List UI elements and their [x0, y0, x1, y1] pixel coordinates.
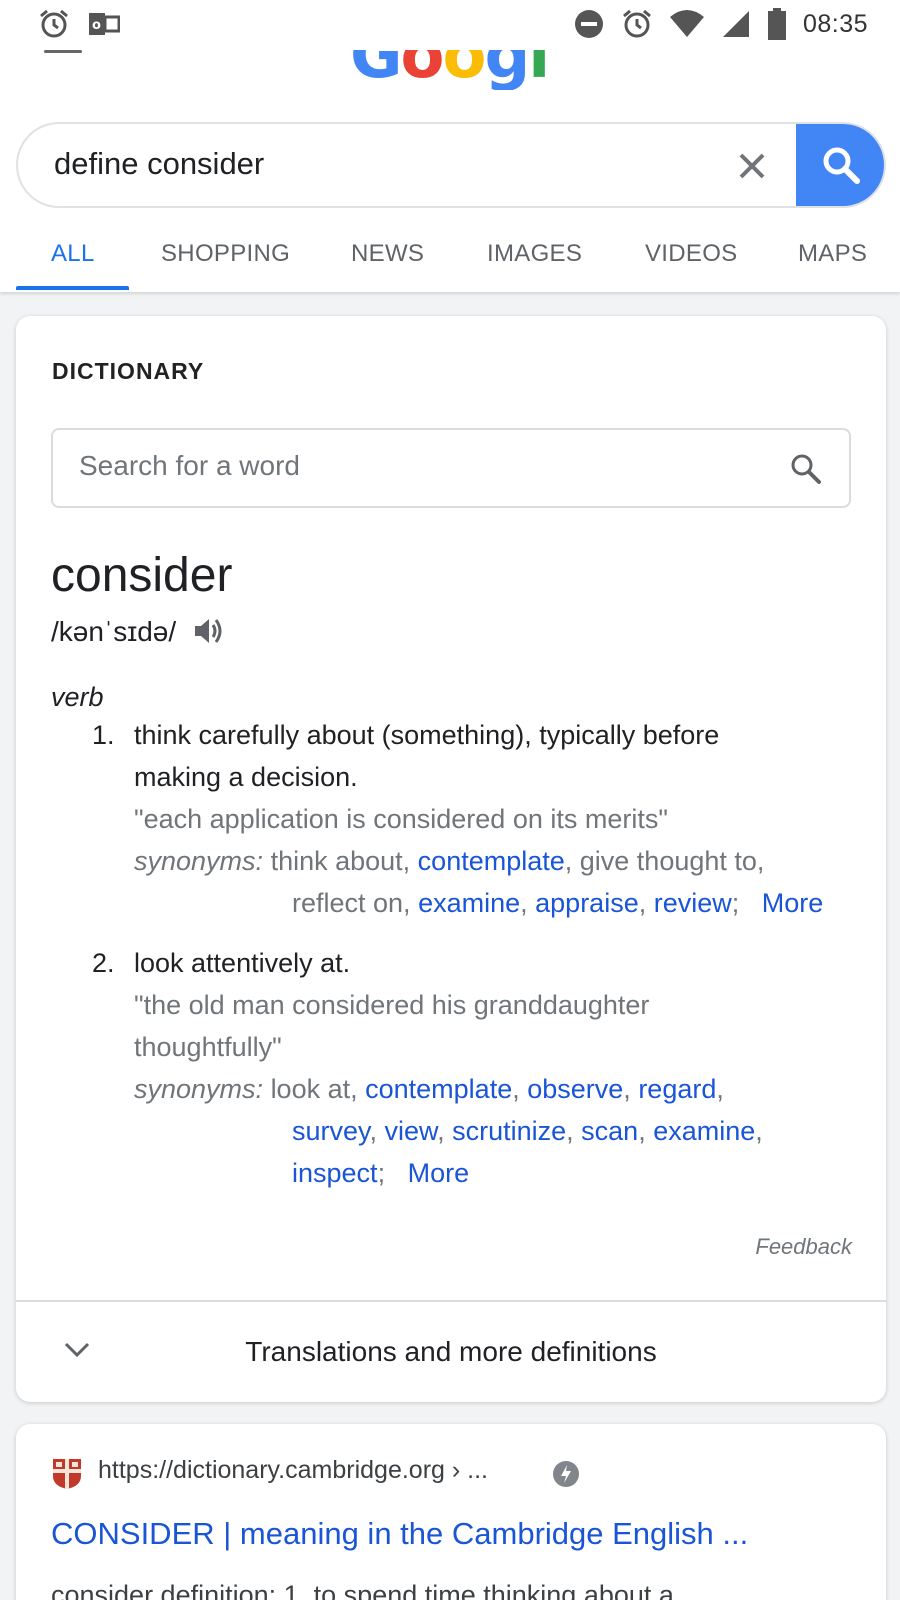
clear-icon[interactable] — [734, 148, 770, 184]
definition-example: thoughtfully" — [134, 1032, 282, 1062]
more-definitions-button[interactable]: Translations and more definitions — [16, 1302, 886, 1402]
synonym-link[interactable]: examine — [418, 888, 520, 918]
part-of-speech: verb — [51, 682, 104, 712]
synonym-link[interactable]: examine — [653, 1116, 755, 1146]
wifi-icon — [669, 10, 704, 37]
word-search-placeholder: Search for a word — [79, 450, 300, 481]
alarm-icon — [40, 9, 68, 38]
definition-number: 1. — [92, 720, 115, 750]
search-result-card: https://dictionary.cambridge.org › ... C… — [16, 1424, 886, 1600]
search-bar[interactable]: define consider — [16, 122, 886, 208]
dictionary-card: DICTIONARY Search for a word consider /k… — [16, 316, 886, 1402]
tab-videos[interactable]: VIDEOS — [645, 240, 738, 268]
synonym-link[interactable]: observe — [527, 1074, 623, 1104]
alarm-icon — [622, 9, 651, 38]
search-tabs: ALL SHOPPING NEWS IMAGES VIDEOS MAPS — [0, 232, 900, 292]
synonyms-label: synonyms: — [134, 846, 264, 876]
synonym: reflect on, — [292, 888, 419, 918]
more-synonyms-link[interactable]: More — [408, 1158, 470, 1188]
more-synonyms-link[interactable]: More — [762, 888, 824, 918]
search-query[interactable]: define consider — [54, 146, 264, 182]
headword: consider — [51, 549, 233, 602]
search-icon[interactable] — [789, 452, 823, 486]
clock: 08:35 — [802, 9, 868, 38]
synonyms-row: reflect on, examine, appraise, review; M… — [292, 888, 824, 918]
battery-icon — [767, 8, 786, 40]
speaker-icon[interactable] — [192, 614, 226, 648]
synonym: think about, — [270, 846, 418, 876]
synonyms-row: inspect; More — [292, 1158, 470, 1188]
cambridge-favicon — [53, 1459, 81, 1489]
synonym-link[interactable]: review — [654, 888, 732, 918]
search-button[interactable] — [796, 124, 884, 206]
tab-images[interactable]: IMAGES — [487, 240, 582, 268]
dictionary-heading: DICTIONARY — [52, 358, 205, 384]
status-bar: o 08:35 — [0, 0, 900, 50]
synonym-link[interactable]: scan — [581, 1116, 638, 1146]
more-definitions-label: Translations and more definitions — [245, 1336, 657, 1367]
phonetic: /kənˈsɪdə/ — [51, 616, 177, 647]
definition-text: making a decision. — [134, 762, 358, 792]
tab-all[interactable]: ALL — [51, 240, 95, 268]
signal-icon — [722, 11, 749, 37]
result-title-link[interactable]: CONSIDER | meaning in the Cambridge Engl… — [51, 1516, 748, 1552]
synonym-link[interactable]: survey — [292, 1116, 370, 1146]
definition-text: look attentively at. — [134, 948, 351, 978]
definition-example: "the old man considered his granddaughte… — [134, 990, 650, 1020]
synonyms-row: synonyms: think about, contemplate, give… — [134, 846, 764, 877]
synonym-link[interactable]: inspect — [292, 1158, 378, 1188]
definition-text: think carefully about (something), typic… — [134, 720, 720, 750]
tab-news[interactable]: NEWS — [351, 240, 424, 268]
synonym-link[interactable]: contemplate — [418, 846, 565, 876]
tab-maps[interactable]: MAPS — [798, 240, 867, 268]
result-snippet: consider definition: 1. to spend time th… — [51, 1580, 674, 1600]
synonym-link[interactable]: view — [385, 1116, 438, 1146]
word-search-input[interactable]: Search for a word — [51, 428, 851, 508]
definition-number: 2. — [92, 948, 115, 978]
synonym-link[interactable]: scrutinize — [452, 1116, 566, 1146]
synonym: , give thought to, — [564, 846, 765, 876]
synonym: look at, — [270, 1074, 366, 1104]
amp-icon — [553, 1461, 579, 1487]
tab-shopping[interactable]: SHOPPING — [161, 240, 290, 268]
outlook-icon: o — [89, 13, 120, 35]
synonyms-row: synonyms: look at, contemplate, observe,… — [134, 1074, 724, 1104]
synonym-link[interactable]: appraise — [535, 888, 639, 918]
active-tab-indicator — [16, 286, 129, 290]
synonyms-label: synonyms: — [134, 1074, 264, 1104]
search-icon — [823, 147, 860, 184]
synonym-link[interactable]: contemplate — [365, 1074, 512, 1104]
svg-text:o: o — [92, 18, 101, 33]
result-url[interactable]: https://dictionary.cambridge.org › ... — [98, 1456, 488, 1485]
do-not-disturb-icon — [574, 10, 603, 38]
synonyms-row: survey, view, scrutinize, scan, examine, — [292, 1116, 763, 1146]
definition-example: "each application is considered on its m… — [134, 804, 668, 834]
synonym-link[interactable]: regard — [638, 1074, 716, 1104]
feedback-link[interactable]: Feedback — [755, 1234, 852, 1260]
